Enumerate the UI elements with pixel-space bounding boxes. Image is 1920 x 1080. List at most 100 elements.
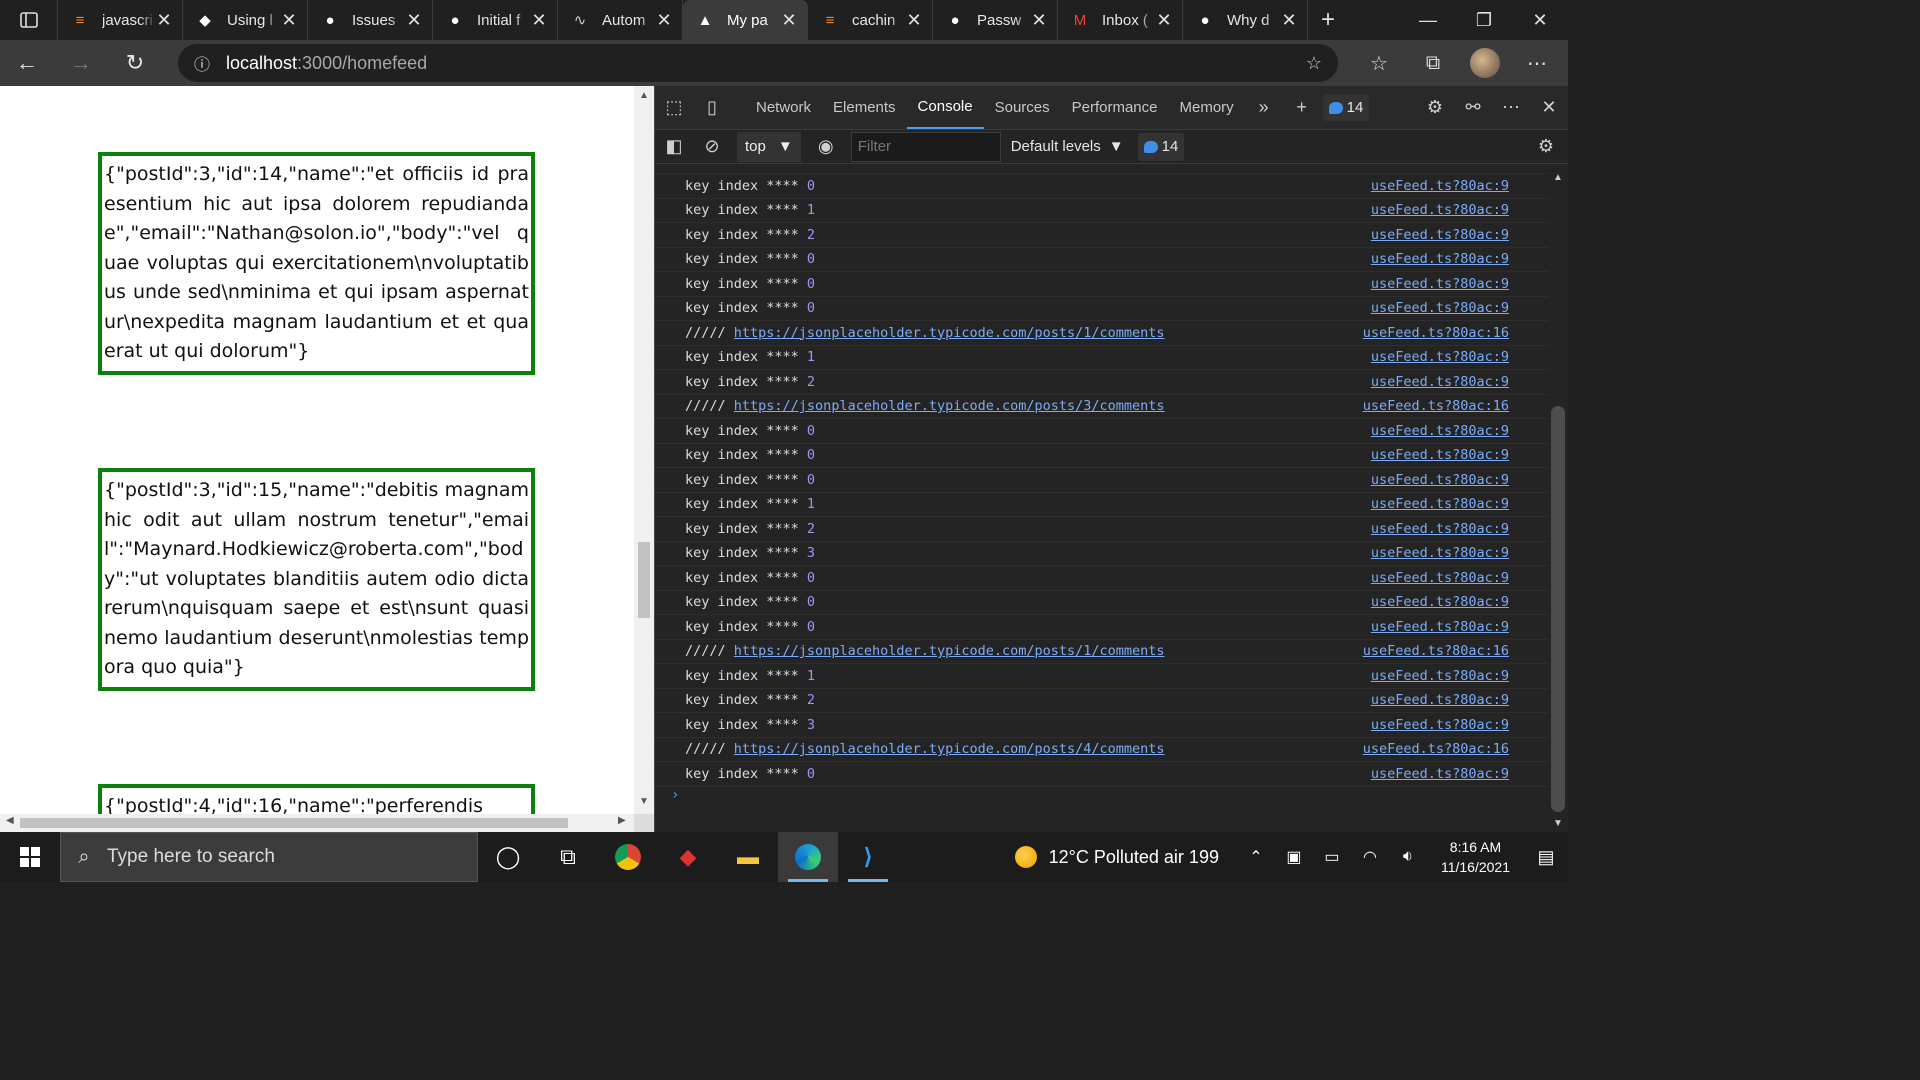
- browser-tab[interactable]: ≡ cachin ✕: [808, 0, 933, 40]
- more-tabs-icon[interactable]: »: [1245, 86, 1283, 129]
- reload-button[interactable]: ↻: [108, 43, 162, 83]
- source-link[interactable]: useFeed.ts?80ac:16: [1363, 643, 1509, 659]
- page-hscroll-thumb[interactable]: [20, 818, 568, 828]
- scroll-right-arrow-icon[interactable]: ▶: [618, 815, 626, 826]
- device-emulation-icon[interactable]: ▯: [693, 86, 731, 129]
- scroll-left-arrow-icon[interactable]: ◀: [6, 815, 14, 826]
- cortana-button[interactable]: ◯: [478, 832, 538, 882]
- minimize-button[interactable]: —: [1400, 0, 1456, 40]
- context-selector[interactable]: top ▼: [737, 131, 801, 162]
- close-tab-icon[interactable]: ✕: [1031, 10, 1047, 31]
- source-link[interactable]: useFeed.ts?80ac:9: [1371, 178, 1509, 194]
- source-link[interactable]: useFeed.ts?80ac:9: [1371, 423, 1509, 439]
- source-link[interactable]: useFeed.ts?80ac:9: [1371, 374, 1509, 390]
- browser-tab[interactable]: M Inbox (✕: [1058, 0, 1183, 40]
- forward-button[interactable]: →: [54, 43, 108, 83]
- devtools-tab-sources[interactable]: Sources: [984, 86, 1061, 129]
- edge-app[interactable]: [778, 832, 838, 882]
- browser-tab[interactable]: ● Initial f ✕: [433, 0, 558, 40]
- close-tab-icon[interactable]: ✕: [406, 10, 422, 31]
- source-link[interactable]: useFeed.ts?80ac:9: [1371, 202, 1509, 218]
- close-tab-icon[interactable]: ✕: [781, 10, 797, 31]
- source-link[interactable]: useFeed.ts?80ac:9: [1371, 447, 1509, 463]
- file-explorer-app[interactable]: ▬: [718, 832, 778, 882]
- browser-tab[interactable]: ● Passw ✕: [933, 0, 1058, 40]
- close-tab-icon[interactable]: ✕: [1156, 10, 1172, 31]
- devtools-tab-console[interactable]: Console: [906, 86, 984, 129]
- source-link[interactable]: useFeed.ts?80ac:9: [1371, 251, 1509, 267]
- source-link[interactable]: useFeed.ts?80ac:9: [1371, 717, 1509, 733]
- console-scroll-thumb[interactable]: [1551, 406, 1565, 812]
- log-levels-dropdown[interactable]: Default levels ▼: [1011, 138, 1124, 155]
- source-link[interactable]: useFeed.ts?80ac:9: [1371, 472, 1509, 488]
- source-link[interactable]: useFeed.ts?80ac:9: [1371, 349, 1509, 365]
- browser-tab[interactable]: ∿ Autom ✕: [558, 0, 683, 40]
- close-tab-icon[interactable]: ✕: [156, 10, 172, 31]
- new-tab-button[interactable]: +: [1308, 0, 1348, 40]
- source-link[interactable]: useFeed.ts?80ac:9: [1371, 570, 1509, 586]
- source-link[interactable]: useFeed.ts?80ac:9: [1371, 594, 1509, 610]
- source-link[interactable]: useFeed.ts?80ac:9: [1371, 545, 1509, 561]
- add-tool-icon[interactable]: +: [1283, 86, 1321, 129]
- add-favorite-icon[interactable]: ☆: [1306, 53, 1322, 74]
- customize-icon[interactable]: ⚯: [1454, 97, 1492, 118]
- source-link[interactable]: useFeed.ts?80ac:9: [1371, 521, 1509, 537]
- page-horizontal-scrollbar[interactable]: ◀ ▶: [0, 814, 634, 832]
- browser-tab[interactable]: ▲ My pa ✕: [683, 0, 808, 40]
- clear-console-icon[interactable]: ⊘: [693, 136, 731, 157]
- chevron-up-icon[interactable]: ⌃: [1237, 847, 1275, 867]
- console-prompt[interactable]: ›: [655, 787, 1549, 807]
- address-bar[interactable]: ⓘ localhost:3000/homefeed ☆: [178, 44, 1338, 82]
- task-view-button[interactable]: ⧉: [538, 832, 598, 882]
- source-link[interactable]: useFeed.ts?80ac:9: [1371, 496, 1509, 512]
- devtools-tab-network[interactable]: Network: [745, 86, 822, 129]
- browser-tab[interactable]: ● Issues ✕: [308, 0, 433, 40]
- source-link[interactable]: useFeed.ts?80ac:16: [1363, 741, 1509, 757]
- scroll-down-arrow-icon[interactable]: ▼: [1548, 818, 1568, 829]
- devtools-settings-icon[interactable]: ⚙: [1416, 97, 1454, 118]
- log-url-link[interactable]: https://jsonplaceholder.typicode.com/pos…: [734, 643, 1165, 659]
- source-link[interactable]: useFeed.ts?80ac:16: [1363, 325, 1509, 341]
- scroll-up-arrow-icon[interactable]: ▲: [1548, 172, 1568, 183]
- close-tab-icon[interactable]: ✕: [906, 10, 922, 31]
- app-red-icon-button[interactable]: ◆: [658, 832, 718, 882]
- vscode-app[interactable]: ⟩: [838, 832, 898, 882]
- restore-button[interactable]: ❐: [1456, 0, 1512, 40]
- source-link[interactable]: useFeed.ts?80ac:9: [1371, 766, 1509, 782]
- battery-icon[interactable]: ▭: [1313, 847, 1351, 867]
- scroll-up-arrow-icon[interactable]: ▲: [634, 90, 654, 101]
- tab-actions-button[interactable]: [0, 0, 58, 40]
- log-url-link[interactable]: https://jsonplaceholder.typicode.com/pos…: [734, 741, 1165, 757]
- more-options-icon[interactable]: ⋯: [1520, 51, 1554, 76]
- back-button[interactable]: ←: [0, 43, 54, 83]
- log-url-link[interactable]: https://jsonplaceholder.typicode.com/pos…: [734, 398, 1165, 414]
- scroll-down-arrow-icon[interactable]: ▼: [634, 796, 654, 807]
- page-scroll-thumb[interactable]: [638, 542, 650, 618]
- page-vertical-scrollbar[interactable]: ▲ ▼: [634, 86, 654, 814]
- close-tab-icon[interactable]: ✕: [656, 10, 672, 31]
- source-link[interactable]: useFeed.ts?80ac:9: [1371, 668, 1509, 684]
- collections-icon[interactable]: ⧉: [1416, 52, 1450, 75]
- source-link[interactable]: useFeed.ts?80ac:9: [1371, 227, 1509, 243]
- close-devtools-icon[interactable]: ✕: [1530, 97, 1568, 118]
- notification-center-icon[interactable]: ▤: [1524, 847, 1568, 868]
- system-clock[interactable]: 8:16 AM 11/16/2021: [1427, 837, 1524, 877]
- source-link[interactable]: useFeed.ts?80ac:9: [1371, 276, 1509, 292]
- chrome-app[interactable]: [598, 832, 658, 882]
- start-button[interactable]: [0, 832, 60, 882]
- favorites-icon[interactable]: ☆: [1362, 51, 1396, 76]
- profile-avatar[interactable]: [1470, 48, 1500, 78]
- camera-icon[interactable]: ▣: [1275, 847, 1313, 867]
- console-scrollbar[interactable]: ▲ ▼: [1548, 166, 1568, 832]
- console-filter-input[interactable]: [850, 131, 1001, 162]
- browser-tab[interactable]: ≡ javascri ✕: [58, 0, 183, 40]
- log-url-link[interactable]: https://jsonplaceholder.typicode.com/pos…: [734, 325, 1165, 341]
- sidebar-toggle-icon[interactable]: ◧: [655, 136, 693, 157]
- console-settings-icon[interactable]: ⚙: [1524, 136, 1568, 157]
- source-link[interactable]: useFeed.ts?80ac:9: [1371, 692, 1509, 708]
- close-window-button[interactable]: ✕: [1512, 0, 1568, 40]
- devtools-tab-elements[interactable]: Elements: [822, 86, 907, 129]
- close-tab-icon[interactable]: ✕: [281, 10, 297, 31]
- message-count-badge[interactable]: 14: [1137, 132, 1185, 161]
- source-link[interactable]: useFeed.ts?80ac:9: [1371, 300, 1509, 316]
